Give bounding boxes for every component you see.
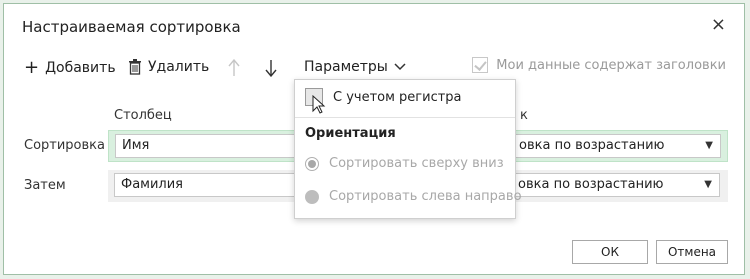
order-value: овка по возрастанию bbox=[519, 138, 665, 153]
options-button[interactable]: Параметры bbox=[304, 59, 406, 75]
delete-level-label: Удалить bbox=[148, 59, 210, 75]
options-menu: С учетом регистра Ориентация Сортировать… bbox=[294, 79, 522, 219]
left-to-right-option[interactable]: Сортировать слева направо bbox=[305, 189, 522, 204]
dialog-title: Настраиваемая сортировка bbox=[22, 18, 241, 36]
arrow-down-icon bbox=[265, 59, 277, 77]
options-label: Параметры bbox=[304, 59, 388, 75]
move-up-button[interactable] bbox=[228, 59, 240, 77]
order-select[interactable]: овка по возрастанию ▼ bbox=[512, 173, 720, 197]
delete-level-button[interactable]: Удалить bbox=[128, 59, 209, 75]
chevron-down-icon bbox=[394, 59, 406, 75]
add-level-button[interactable]: + Добавить bbox=[24, 59, 116, 77]
top-to-bottom-label: Сортировать сверху вниз bbox=[329, 156, 504, 171]
arrow-up-icon bbox=[228, 59, 240, 77]
radio-icon bbox=[305, 189, 319, 204]
order-header: к bbox=[520, 108, 528, 123]
dropdown-arrow-icon: ▼ bbox=[705, 140, 713, 151]
then-row-label: Затем bbox=[24, 178, 66, 193]
has-headers-label: Мои данные содержат заголовки bbox=[496, 57, 726, 73]
menu-divider bbox=[295, 117, 515, 118]
checkbox-icon bbox=[472, 57, 489, 73]
mouse-cursor-icon bbox=[312, 94, 326, 119]
add-level-label: Добавить bbox=[45, 60, 116, 76]
case-sensitive-option[interactable]: С учетом регистра bbox=[305, 88, 462, 106]
case-sensitive-label: С учетом регистра bbox=[333, 89, 462, 105]
plus-icon: + bbox=[24, 57, 40, 78]
orientation-header: Ориентация bbox=[305, 126, 396, 141]
sort-row-label: Сортировка bbox=[24, 138, 105, 153]
order-select[interactable]: овка по возрастанию ▼ bbox=[513, 134, 721, 158]
has-headers-checkbox[interactable]: Мои данные содержат заголовки bbox=[472, 57, 726, 73]
cancel-button[interactable]: Отмена bbox=[656, 240, 728, 264]
dropdown-arrow-icon: ▼ bbox=[704, 179, 712, 190]
ok-button[interactable]: ОК bbox=[572, 240, 648, 264]
left-to-right-label: Сортировать слева направо bbox=[329, 189, 522, 204]
top-to-bottom-option[interactable]: Сортировать сверху вниз bbox=[305, 156, 504, 171]
radio-selected-icon bbox=[305, 156, 319, 171]
move-down-button[interactable] bbox=[265, 59, 277, 77]
column-select[interactable]: Имя bbox=[115, 134, 315, 158]
column-header: Столбец bbox=[114, 108, 172, 123]
column-select[interactable]: Фамилия bbox=[114, 173, 314, 197]
trash-icon bbox=[128, 59, 142, 75]
close-button[interactable]: × bbox=[711, 14, 726, 35]
order-value: овка по возрастанию bbox=[518, 177, 664, 192]
